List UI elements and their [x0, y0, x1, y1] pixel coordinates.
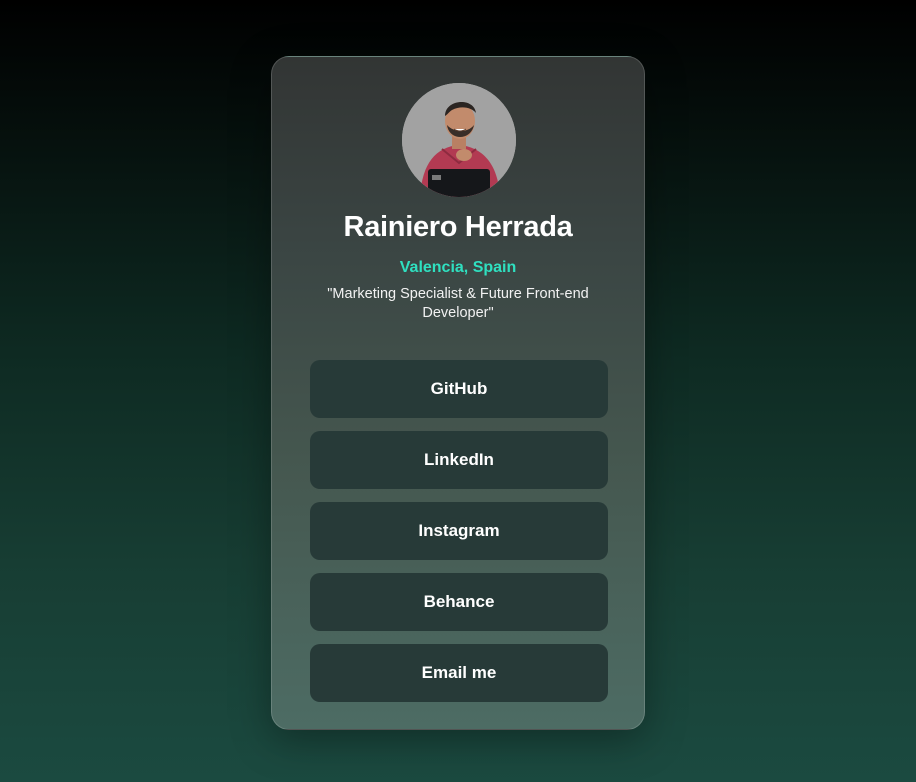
- instagram-button[interactable]: Instagram: [310, 502, 608, 560]
- github-button[interactable]: GitHub: [310, 360, 608, 418]
- email-button-label: Email me: [421, 663, 497, 682]
- profile-card: Rainiero Herrada Valencia, Spain "Market…: [271, 56, 645, 730]
- github-button-label: GitHub: [430, 379, 488, 398]
- email-button[interactable]: Email me: [310, 644, 608, 702]
- behance-button-label: Behance: [423, 592, 495, 611]
- profile-bio: "Marketing Specialist & Future Front-end…: [327, 286, 589, 321]
- instagram-button-label: Instagram: [418, 521, 500, 540]
- linkedin-button-label: LinkedIn: [424, 450, 494, 469]
- links-list: GitHub LinkedIn Instagram Behance Email …: [310, 360, 608, 715]
- profile-name: Rainiero Herrada: [343, 211, 573, 243]
- linkedin-button[interactable]: LinkedIn: [310, 431, 608, 489]
- behance-button[interactable]: Behance: [310, 573, 608, 631]
- profile-location: Valencia, Spain: [399, 259, 517, 276]
- avatar-photo: [402, 83, 516, 197]
- avatar: [402, 83, 516, 197]
